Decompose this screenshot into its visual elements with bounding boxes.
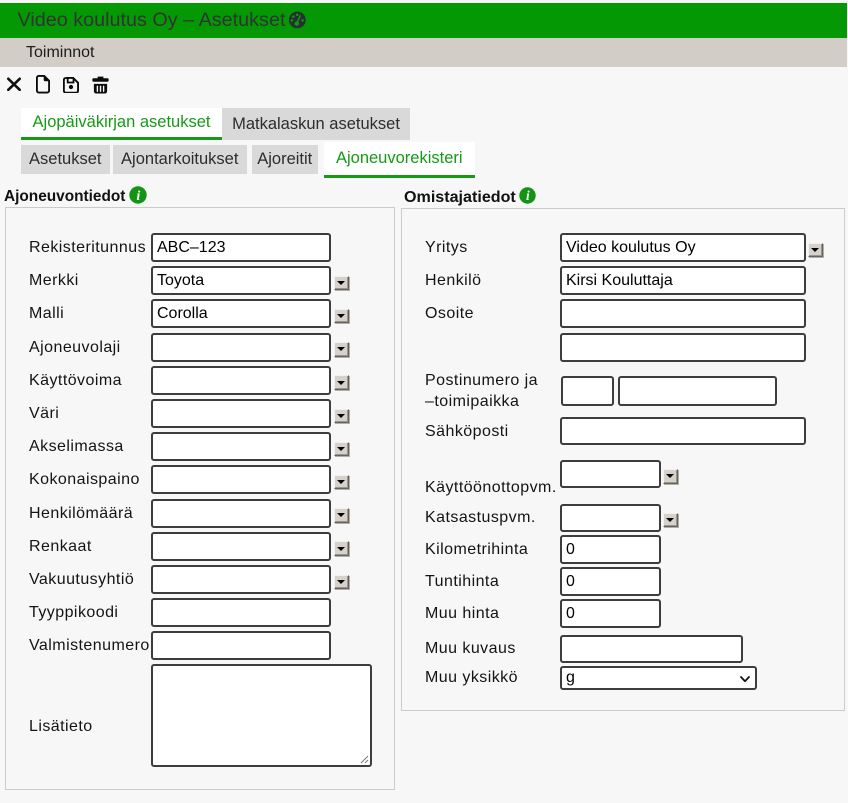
svg-text:i: i (526, 188, 530, 203)
svg-text:i: i (136, 189, 140, 204)
